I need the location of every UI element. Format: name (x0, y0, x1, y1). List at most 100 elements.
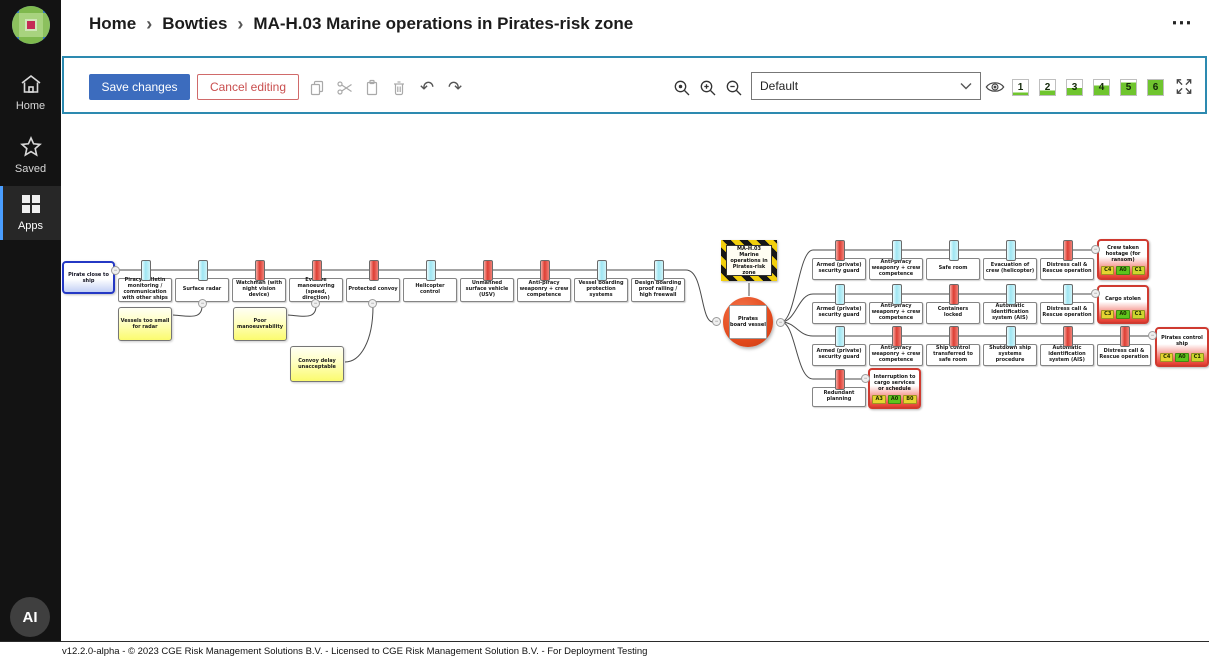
breadcrumb-home[interactable]: Home (89, 14, 136, 34)
barrier-indicator[interactable] (835, 326, 845, 347)
barrier-box[interactable]: Anti-piracy weaponry + crew competence (869, 258, 923, 280)
zoom-in-icon[interactable] (698, 78, 718, 98)
barrier-indicator[interactable] (1063, 284, 1073, 305)
barrier-box[interactable]: Distress call & Rescue operation (1040, 302, 1094, 324)
mosaic-logo-icon (12, 6, 50, 44)
barrier-box[interactable]: Piracy bulletin monitoring / communicati… (118, 278, 172, 302)
escalation-factor-box[interactable]: Vessels too small for radar (118, 307, 172, 341)
barrier-indicator[interactable] (141, 260, 151, 281)
barrier-indicator[interactable] (198, 260, 208, 281)
redo-icon[interactable]: ↷ (445, 78, 465, 98)
barrier-indicator[interactable] (1063, 326, 1073, 347)
collapse-node[interactable]: − (368, 299, 377, 308)
barrier-box[interactable]: Safe room (926, 258, 980, 280)
zoom-reset-icon[interactable] (672, 78, 692, 98)
threat-box[interactable]: Pirate close to ship (62, 261, 115, 294)
consequence-box[interactable]: Cargo stolen C3 A0 C1 (1097, 285, 1149, 324)
barrier-box[interactable]: Armed (private) security guard (812, 302, 866, 324)
level-5-button[interactable]: 5 (1120, 79, 1137, 96)
barrier-box[interactable]: Anti-piracy weaponry + crew competence (517, 278, 571, 302)
app-logo[interactable] (0, 6, 61, 49)
barrier-box[interactable]: Shutdown ship systems procedure (983, 344, 1037, 366)
barrier-indicator[interactable] (892, 284, 902, 305)
view-select[interactable]: Default (751, 72, 981, 100)
consequence-box[interactable]: Interruption to cargo services or schedu… (868, 368, 921, 409)
barrier-indicator[interactable] (835, 284, 845, 305)
consequence-box[interactable]: Crew taken hostage (for ransom) C4 A0 C1 (1097, 239, 1149, 280)
hazard-box[interactable]: MA-H.03 Marine operations in Pirates-ris… (721, 240, 777, 281)
undo-icon[interactable]: ↶ (417, 78, 437, 98)
top-event-circle[interactable]: Pirates board vessel (723, 297, 773, 347)
copy-icon[interactable] (307, 78, 327, 98)
barrier-indicator[interactable] (540, 260, 550, 281)
level-2-button[interactable]: 2 (1039, 79, 1056, 96)
barrier-box[interactable]: Watchman (with night vision device) (232, 278, 286, 302)
delete-icon[interactable] (389, 78, 409, 98)
barrier-box[interactable]: Evacuation of crew (helicopter) (983, 258, 1037, 280)
barrier-indicator[interactable] (835, 240, 845, 261)
ai-avatar-button[interactable]: AI (10, 597, 50, 637)
level-6-button[interactable]: 6 (1147, 79, 1164, 96)
collapse-node[interactable]: − (311, 299, 320, 308)
barrier-indicator[interactable] (1006, 326, 1016, 347)
barrier-indicator[interactable] (892, 240, 902, 261)
escalation-factor-box[interactable]: Convoy delay unacceptable (290, 346, 344, 382)
collapse-node[interactable]: − (111, 266, 120, 275)
breadcrumb-bowties[interactable]: Bowties (162, 14, 227, 34)
barrier-indicator[interactable] (949, 326, 959, 347)
level-4-button[interactable]: 4 (1093, 79, 1110, 96)
level-3-button[interactable]: 3 (1066, 79, 1083, 96)
barrier-indicator[interactable] (835, 369, 845, 390)
save-changes-button[interactable]: Save changes (89, 74, 190, 100)
collapse-node[interactable]: − (198, 299, 207, 308)
barrier-indicator[interactable] (597, 260, 607, 281)
barrier-box[interactable]: Unmanned surface vehicle (USV) (460, 278, 514, 302)
barrier-indicator[interactable] (892, 326, 902, 347)
escalation-factor-box[interactable]: Poor manoeuvrability (233, 307, 287, 341)
barrier-box[interactable]: Containers locked (926, 302, 980, 324)
sidebar-item-home[interactable]: Home (0, 66, 61, 120)
collapse-node[interactable]: − (712, 317, 721, 326)
cut-icon[interactable] (335, 78, 355, 98)
sidebar-item-saved[interactable]: Saved (0, 128, 61, 183)
collapse-node[interactable]: − (1091, 289, 1100, 298)
barrier-box[interactable]: Vessel boarding protection systems (574, 278, 628, 302)
level-1-button[interactable]: 1 (1012, 79, 1029, 96)
barrier-indicator[interactable] (483, 260, 493, 281)
barrier-box[interactable]: Redundant planning (812, 387, 866, 407)
barrier-box[interactable]: Ship control transferred to safe room (926, 344, 980, 366)
barrier-indicator[interactable] (369, 260, 379, 281)
barrier-box[interactable]: Automatic identification system (AIS) (1040, 344, 1094, 366)
consequence-box[interactable]: Pirates control ship C4 A0 C1 (1155, 327, 1209, 367)
barrier-box[interactable]: Distress call & Rescue operation (1097, 344, 1151, 366)
barrier-indicator[interactable] (1063, 240, 1073, 261)
cancel-editing-button[interactable]: Cancel editing (197, 74, 299, 100)
barrier-box[interactable]: Armed (private) security guard (812, 344, 866, 366)
paste-icon[interactable] (362, 78, 382, 98)
barrier-box[interactable]: Design boarding proof railing / high fre… (631, 278, 685, 302)
barrier-indicator[interactable] (1120, 326, 1130, 347)
barrier-box[interactable]: Anti-piracy weaponry + crew competence (869, 302, 923, 324)
barrier-box[interactable]: Armed (private) security guard (812, 258, 866, 280)
collapse-node[interactable]: − (1091, 245, 1100, 254)
barrier-box[interactable]: Automatic identification system (AIS) (983, 302, 1037, 324)
collapse-node[interactable]: − (776, 318, 785, 327)
collapse-node[interactable]: − (1148, 331, 1157, 340)
fullscreen-icon[interactable] (1174, 76, 1194, 96)
zoom-out-icon[interactable] (724, 78, 744, 98)
barrier-indicator[interactable] (312, 260, 322, 281)
barrier-indicator[interactable] (426, 260, 436, 281)
more-options-button[interactable]: ⋯ (1171, 10, 1193, 35)
barrier-indicator[interactable] (255, 260, 265, 281)
collapse-node[interactable]: − (861, 374, 870, 383)
barrier-indicator[interactable] (1006, 240, 1016, 261)
sidebar-item-apps[interactable]: Apps (0, 186, 61, 240)
barrier-indicator[interactable] (1006, 284, 1016, 305)
barrier-indicator[interactable] (654, 260, 664, 281)
barrier-box[interactable]: Helicopter control (403, 278, 457, 302)
visibility-eye-icon[interactable] (985, 77, 1005, 97)
barrier-box[interactable]: Anti-piracy weaponry + crew competence (869, 344, 923, 366)
barrier-box[interactable]: Distress call & Rescue operation (1040, 258, 1094, 280)
barrier-indicator[interactable] (949, 240, 959, 261)
barrier-indicator[interactable] (949, 284, 959, 305)
